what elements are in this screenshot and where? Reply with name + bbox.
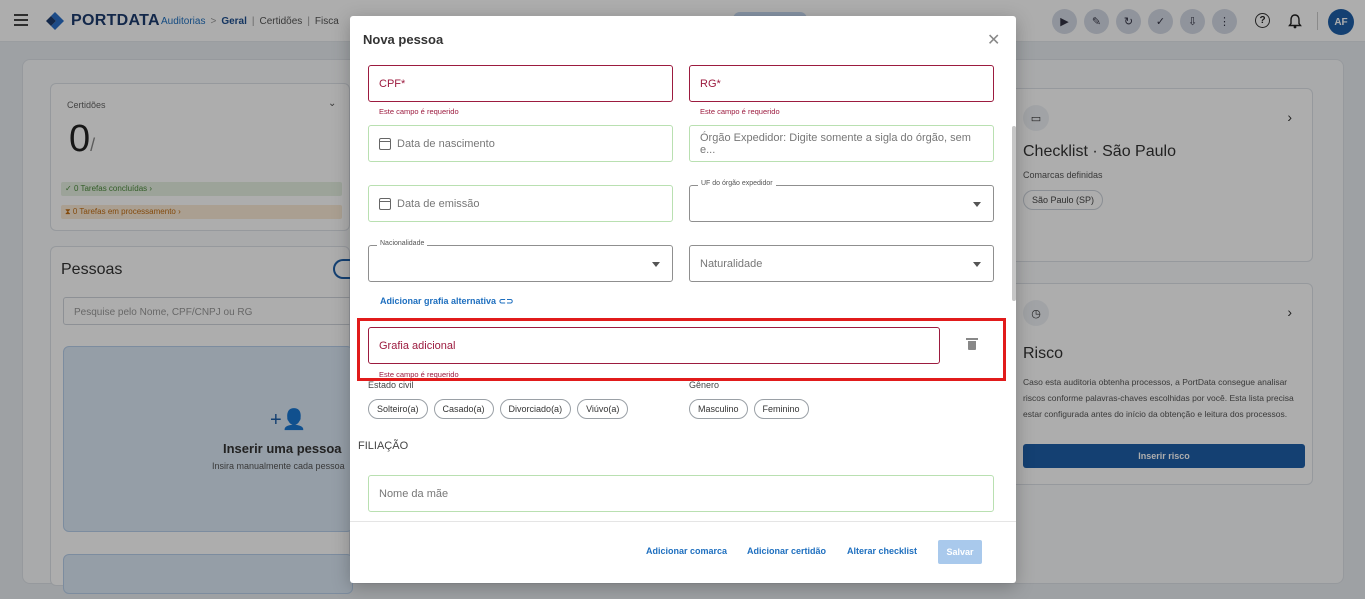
chip-divorciado[interactable]: Divorciado(a) (499, 399, 572, 419)
rg-error: Este campo é requerido (700, 107, 780, 116)
naturalidade-placeholder: Naturalidade (700, 257, 763, 270)
additional-spelling-error: Este campo é requerido (379, 370, 459, 379)
marital-status-label: Estado civil (368, 380, 414, 390)
footer-divider (350, 521, 1016, 522)
dropdown-arrow-icon[interactable] (973, 262, 981, 267)
dropdown-arrow-icon[interactable] (973, 202, 981, 207)
chip-feminino[interactable]: Feminino (753, 399, 809, 419)
alter-checklist-button[interactable]: Alterar checklist (847, 546, 917, 556)
trash-icon[interactable] (966, 338, 978, 350)
cpf-field[interactable]: CPF* (368, 65, 673, 102)
chip-casado[interactable]: Casado(a) (433, 399, 494, 419)
birth-date-placeholder: Data de nascimento (397, 137, 495, 150)
link-icon: ⊂⊃ (496, 296, 514, 306)
save-button[interactable]: Salvar (938, 540, 982, 564)
rg-field[interactable]: RG* (689, 65, 994, 102)
uf-legend: UF do órgão expedidor (698, 180, 776, 187)
naturalidade-select[interactable]: Naturalidade (689, 245, 994, 282)
issuer-field[interactable]: Órgão Expedidor: Digite somente a sigla … (689, 125, 994, 162)
gender-chips: Masculino Feminino (689, 399, 809, 419)
chip-masculino[interactable]: Masculino (689, 399, 748, 419)
add-certidao-button[interactable]: Adicionar certidão (747, 546, 826, 556)
nationality-legend: Nacionalidade (377, 240, 428, 247)
additional-spelling-label: Grafia adicional (379, 339, 456, 352)
modal-title: Nova pessoa (363, 32, 444, 47)
calendar-icon[interactable] (379, 137, 391, 150)
rg-label: RG* (700, 77, 721, 90)
birth-date-field[interactable]: Data de nascimento (368, 125, 673, 162)
mother-name-placeholder: Nome da mãe (379, 487, 449, 500)
dropdown-arrow-icon[interactable] (652, 262, 660, 267)
cpf-label: CPF* (379, 77, 406, 90)
add-alternative-spelling-link[interactable]: Adicionar grafia alternativa ⊂⊃ (380, 296, 514, 307)
add-comarca-button[interactable]: Adicionar comarca (646, 546, 727, 556)
issue-date-placeholder: Data de emissão (397, 197, 480, 210)
gender-label: Gênero (689, 380, 720, 390)
mother-name-field[interactable]: Nome da mãe (368, 475, 994, 512)
uf-select[interactable]: UF do órgão expedidor (689, 180, 994, 222)
filiation-heading: FILIAÇÃO (358, 440, 409, 452)
marital-status-chips: Solteiro(a) Casado(a) Divorciado(a) Viúv… (368, 399, 629, 419)
close-icon[interactable]: ✕ (987, 30, 1000, 50)
chip-solteiro[interactable]: Solteiro(a) (368, 399, 428, 419)
chip-viuvo[interactable]: Viúvo(a) (577, 399, 629, 419)
issuer-placeholder: Órgão Expedidor: Digite somente a sigla … (700, 131, 971, 156)
calendar-icon[interactable] (379, 197, 391, 210)
new-person-modal: Nova pessoa ✕ CPF* Este campo é requerid… (350, 16, 1016, 583)
additional-spelling-field[interactable]: Grafia adicional (368, 327, 940, 364)
cpf-error: Este campo é requerido (379, 107, 459, 116)
issue-date-field[interactable]: Data de emissão (368, 185, 673, 222)
nationality-select[interactable]: Nacionalidade (368, 240, 673, 282)
modal-scrollbar[interactable] (1012, 126, 1016, 301)
